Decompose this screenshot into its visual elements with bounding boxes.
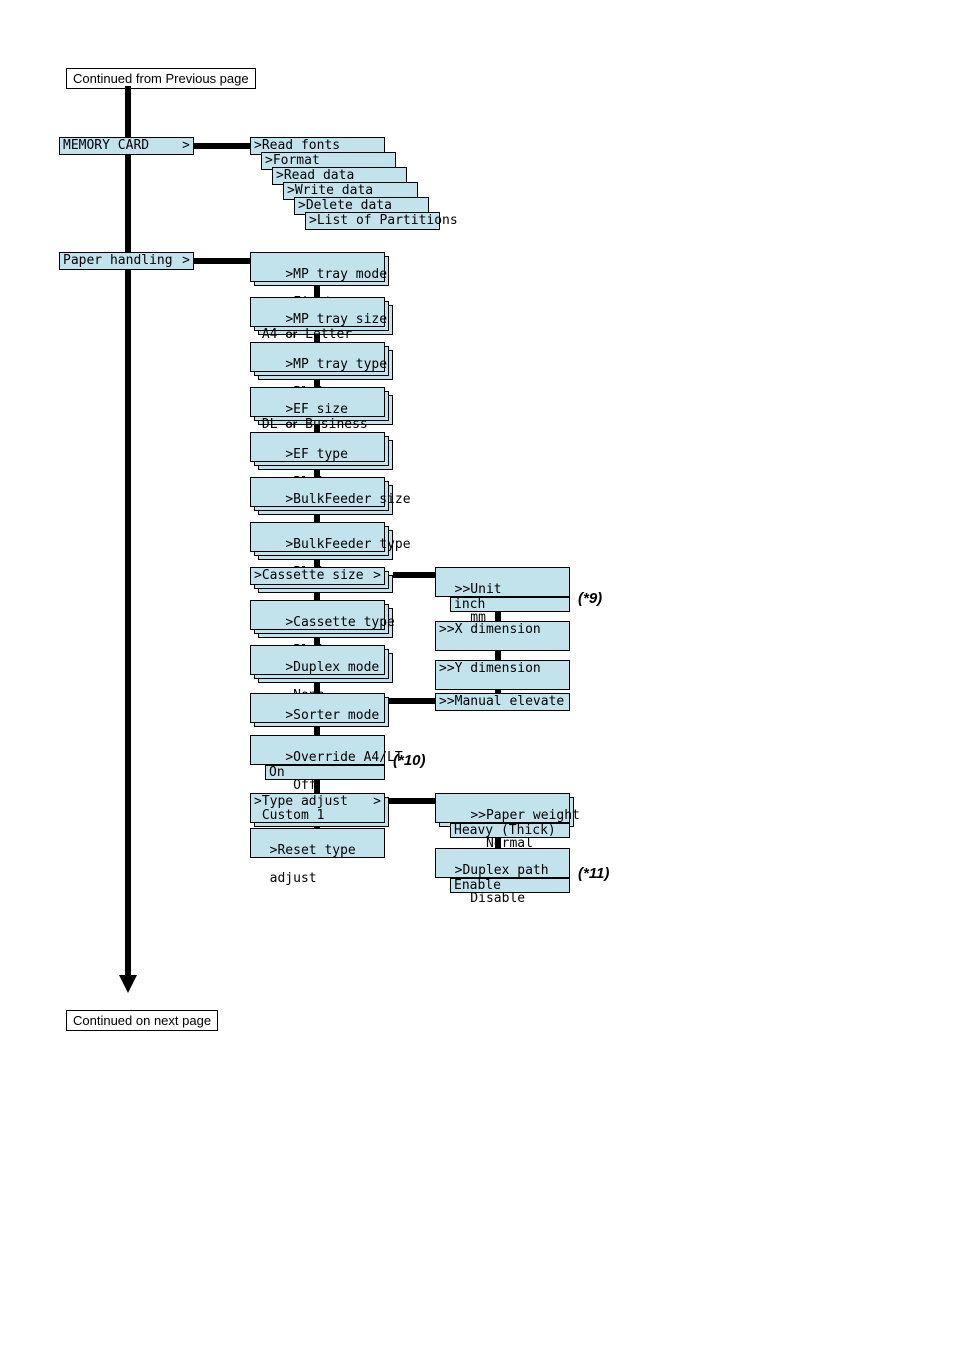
menu-paper-handling-label: Paper handling bbox=[63, 254, 173, 268]
cs-unit-option-inch[interactable]: inch bbox=[450, 597, 570, 612]
row-line1: >BulkFeeder type bbox=[285, 537, 410, 552]
chevron-right-icon: > bbox=[182, 139, 190, 153]
ta-pw-option-heavy[interactable]: Heavy (Thick) bbox=[450, 823, 570, 838]
chevron-right-icon: > bbox=[373, 795, 381, 809]
menu-paper-handling[interactable]: Paper handling > bbox=[59, 252, 194, 270]
row-line1: >Reset type bbox=[270, 843, 356, 858]
row-line1: >Duplex path bbox=[455, 863, 549, 878]
connector-typeadj-h bbox=[389, 798, 435, 804]
row-line2: adjust bbox=[270, 871, 317, 886]
mc-list-partitions[interactable]: >List of Partitions bbox=[305, 212, 440, 230]
ph-reset-type-adjust[interactable]: >Reset type adjust bbox=[250, 828, 385, 858]
menu-memory-card[interactable]: MEMORY CARD > bbox=[59, 137, 194, 155]
ta-duplex-path[interactable]: >Duplex path Disable bbox=[435, 848, 570, 878]
row-line2: Off bbox=[285, 778, 316, 793]
row-line1: >Type adjust bbox=[254, 795, 348, 809]
cs-x-dimension[interactable]: >>X dimension bbox=[435, 621, 570, 651]
row-line1: >Cassette size bbox=[254, 569, 364, 583]
row-line1: >>Unit bbox=[455, 582, 502, 597]
diagram-page: Continued from Previous page MEMORY CARD… bbox=[0, 0, 954, 1351]
menu-memory-card-label: MEMORY CARD bbox=[63, 139, 149, 153]
row-line1: >Cassette type bbox=[285, 615, 395, 630]
row-line1: >EF type bbox=[285, 447, 348, 462]
ta-dp-option-enable[interactable]: Enable bbox=[450, 878, 570, 893]
main-trunk-arrowhead bbox=[119, 975, 137, 993]
chevron-right-icon: > bbox=[373, 569, 381, 583]
main-trunk-line bbox=[125, 86, 131, 976]
row-line1: >MP tray size bbox=[285, 312, 387, 327]
row-line1: >MP tray type bbox=[285, 357, 387, 372]
note-11: (*11) bbox=[578, 865, 609, 882]
chevron-right-icon: > bbox=[182, 254, 190, 268]
row-line2: Custom 1 bbox=[254, 809, 381, 823]
row-line1: >EF size bbox=[285, 402, 348, 417]
connector-mc-h bbox=[194, 143, 250, 149]
note-9: (*9) bbox=[578, 590, 602, 607]
row-line2: Disable bbox=[455, 891, 525, 906]
note-10: (*10) bbox=[393, 752, 426, 769]
row-line1: >Override A4/LT bbox=[285, 750, 402, 765]
row-line1: >>Paper weight bbox=[470, 808, 580, 823]
connector-ph-h bbox=[194, 258, 250, 264]
row-line1: >MP tray mode bbox=[285, 267, 387, 282]
row-line1: >BulkFeeder size bbox=[285, 492, 410, 507]
cs-y-dimension[interactable]: >>Y dimension bbox=[435, 660, 570, 690]
continued-on-next: Continued on next page bbox=[66, 1010, 218, 1031]
connector-cassette-h bbox=[393, 572, 435, 578]
row-line1: >Duplex mode bbox=[285, 660, 379, 675]
row-line1: >Sorter mode bbox=[285, 708, 379, 723]
override-option-on[interactable]: On bbox=[265, 765, 385, 780]
connector-sorter-h bbox=[389, 698, 435, 704]
cs-unit[interactable]: >>Unit mm bbox=[435, 567, 570, 597]
continued-from-prev: Continued from Previous page bbox=[66, 68, 256, 89]
sorter-manual-elevate[interactable]: >>Manual elevate bbox=[435, 693, 570, 711]
